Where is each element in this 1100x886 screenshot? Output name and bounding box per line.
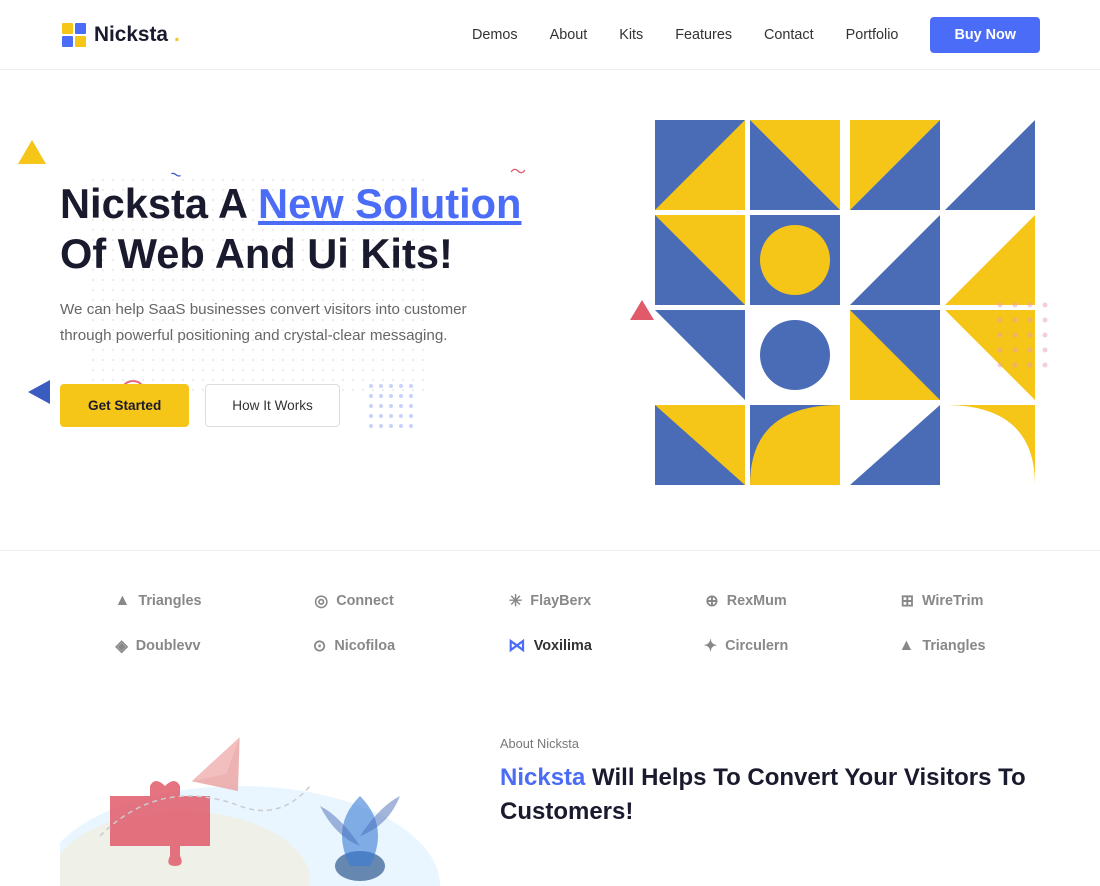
triangle-decoration-mid-left [28, 380, 50, 404]
brand-icon-rexmum: ⊕ [705, 591, 718, 611]
brand-label: Circulern [725, 638, 788, 654]
pink-dots-decoration [990, 295, 1050, 375]
brand-icon-circulern: ✦ [704, 636, 717, 656]
brands-section: ▲ Triangles ◎ Connect ✳ FlayBerx ⊕ RexMu… [0, 550, 1100, 686]
brand-triangles-1: ▲ Triangles [60, 591, 256, 611]
brand-label: WireTrim [922, 593, 983, 609]
nav-kits[interactable]: Kits [619, 27, 643, 43]
logo[interactable]: Nicksta. [60, 21, 180, 49]
brand-icon-nicofiloa: ⊙ [313, 636, 326, 656]
brand-icon-doublevv: ◈ [115, 636, 127, 656]
about-illustration [60, 726, 440, 886]
about-label: About Nicksta [500, 736, 1040, 751]
brand-label: Connect [336, 593, 394, 609]
hero-heading-pre: Nicksta A [60, 180, 258, 227]
brand-nicofiloa: ⊙ Nicofiloa [256, 635, 452, 656]
nav-portfolio[interactable]: Portfolio [846, 27, 899, 43]
logo-icon [60, 21, 88, 49]
brand-flayberx: ✳ FlayBerx [452, 591, 648, 611]
brand-label: Triangles [922, 638, 985, 654]
dashed-path [80, 756, 330, 856]
logo-text: Nicksta [94, 23, 168, 47]
geometric-svg [650, 115, 1040, 490]
nav-contact[interactable]: Contact [764, 27, 814, 43]
brand-label: Triangles [138, 593, 201, 609]
hero-section: ~ 〜 Nicksta A New Solution Of Web And Ui… [0, 70, 1100, 550]
hero-buttons: Get Started How It Works [60, 381, 521, 431]
about-heading: Nicksta Will Helps To Convert Your Visit… [500, 761, 1040, 828]
nav-demos[interactable]: Demos [472, 27, 518, 43]
brand-doublevv: ◈ Doublevv [60, 635, 256, 656]
brand-icon-triangles-2: ▲ [898, 637, 914, 655]
brand-label: Doublevv [136, 638, 201, 654]
triangle-decoration-top-left [18, 140, 46, 164]
brand-icon-wiretrim: ⊞ [901, 591, 914, 611]
hero-heading: Nicksta A New Solution Of Web And Ui Kit… [60, 179, 521, 279]
brand-label: Voxilima [534, 638, 592, 654]
about-heading-highlight: Nicksta [500, 764, 585, 791]
nav-about[interactable]: About [550, 27, 588, 43]
hero-heading-highlight: New Solution [258, 180, 521, 227]
brand-label: FlayBerx [530, 593, 591, 609]
nav-features[interactable]: Features [675, 27, 732, 43]
brand-circulern: ✦ Circulern [648, 635, 844, 656]
navbar: Nicksta. Demos About Kits Features Conta… [0, 0, 1100, 70]
brand-voxilima: ⋈ Voxilima [452, 635, 648, 656]
how-it-works-button[interactable]: How It Works [205, 384, 340, 427]
brand-connect: ◎ Connect [256, 591, 452, 611]
brand-icon-triangles-1: ▲ [114, 592, 130, 610]
brand-icon-voxilima: ⋈ [508, 635, 526, 656]
buy-now-button[interactable]: Buy Now [930, 17, 1040, 53]
brand-rexmum: ⊕ RexMum [648, 591, 844, 611]
brand-wiretrim: ⊞ WireTrim [844, 591, 1040, 611]
about-section: About Nicksta Nicksta Will Helps To Conv… [0, 686, 1100, 886]
nav-links: Demos About Kits Features Contact Portfo… [472, 17, 1040, 53]
get-started-button[interactable]: Get Started [60, 384, 189, 427]
brand-icon-connect: ◎ [314, 591, 328, 611]
brand-triangles-2: ▲ Triangles [844, 635, 1040, 656]
dots-decoration [366, 381, 416, 431]
about-text-block: About Nicksta Nicksta Will Helps To Conv… [500, 726, 1040, 828]
hero-description: We can help SaaS businesses convert visi… [60, 297, 490, 349]
hero-text-block: Nicksta A New Solution Of Web And Ui Kit… [60, 179, 521, 431]
brand-icon-flayberx: ✳ [509, 591, 522, 611]
brand-label: Nicofiloa [334, 638, 395, 654]
hero-geometric-art [650, 115, 1040, 495]
brand-label: RexMum [727, 593, 787, 609]
hero-heading-post: Of Web And Ui Kits! [60, 230, 453, 277]
